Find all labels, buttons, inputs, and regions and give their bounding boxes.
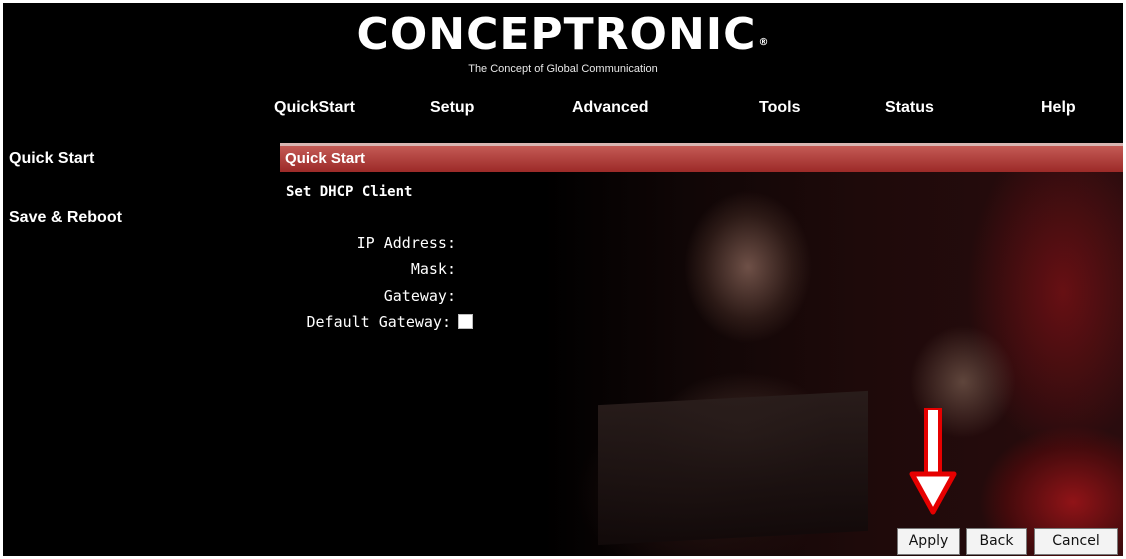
down-arrow-icon (909, 408, 957, 515)
router-admin-page: CONCEPTRONIC ® The Concept of Global Comm… (3, 3, 1123, 556)
apply-button[interactable]: Apply (897, 528, 960, 555)
mask-label: Mask: (410, 260, 456, 278)
nav-setup[interactable]: Setup (430, 99, 474, 117)
brand-name: CONCEPTRONIC (356, 9, 757, 60)
brand-tagline: The Concept of Global Communication (468, 63, 658, 75)
gateway-label: Gateway: (383, 287, 456, 305)
background-photo-laptop (598, 390, 868, 546)
brand-logo: CONCEPTRONIC ® (3, 7, 1123, 63)
section-title: Quick Start (285, 150, 366, 167)
registered-mark: ® (758, 37, 770, 48)
section-title-bar: Quick Start (280, 146, 1123, 172)
sidebar-item-save-reboot[interactable]: Save & Reboot (9, 209, 122, 227)
ip-address-label: IP Address: (356, 234, 456, 252)
nav-quickstart[interactable]: QuickStart (274, 99, 355, 117)
cancel-button[interactable]: Cancel (1034, 528, 1118, 555)
form-subtitle: Set DHCP Client (286, 184, 413, 200)
nav-status[interactable]: Status (885, 99, 934, 117)
sidebar-item-quick-start[interactable]: Quick Start (9, 150, 94, 168)
default-gateway-label: Default Gateway: (306, 313, 452, 331)
nav-tools[interactable]: Tools (759, 99, 800, 117)
back-button[interactable]: Back (966, 528, 1027, 555)
nav-help[interactable]: Help (1041, 99, 1076, 117)
nav-advanced[interactable]: Advanced (572, 99, 648, 117)
default-gateway-checkbox[interactable] (458, 314, 473, 329)
